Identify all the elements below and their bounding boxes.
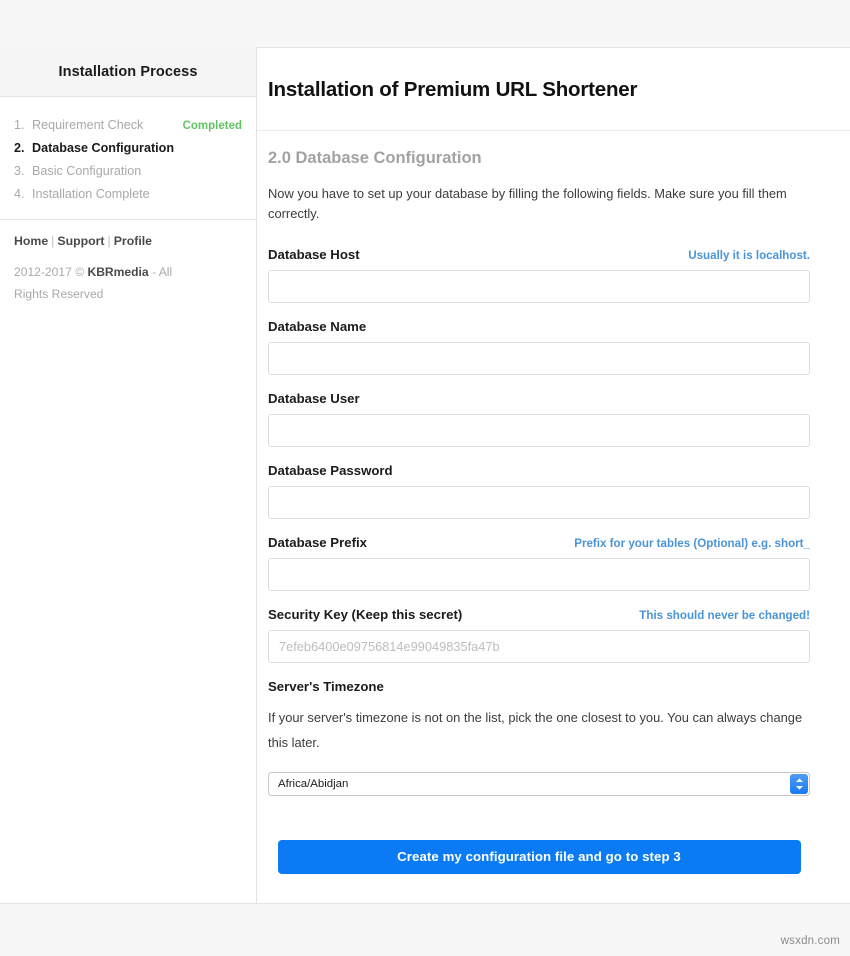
label-database-name: Database Name [268,319,367,335]
sidebar-step-database-configuration[interactable]: 2. Database Configuration [0,136,256,159]
hint-database-prefix: Prefix for your tables (Optional) e.g. s… [574,537,810,551]
section-title: 2.0 Database Configuration [268,149,482,168]
timezone-select[interactable]: Africa/Abidjan [268,771,810,796]
submit-row: Create my configuration file and go to s… [268,826,810,874]
field-security-key: Security Key (Keep this secret) This sho… [268,607,810,664]
field-head: Server's Timezone [268,679,810,694]
step-label: Installation Complete [32,186,150,201]
database-prefix-input[interactable] [268,558,810,592]
sidebar-step-requirement-check[interactable]: 1. Requirement Check Completed [0,113,256,136]
timezone-note: If your server's timezone is not on the … [268,710,803,750]
main-body: 2.0 Database Configuration Now you have … [257,131,850,899]
database-user-input[interactable] [268,414,810,448]
footer-link-support[interactable]: Support [57,234,104,248]
page-root: Installation Process 1. Requirement Chec… [0,0,850,956]
sidebar-step-installation-complete[interactable]: 4. Installation Complete [0,182,256,205]
copyright-brand: KBRmedia [87,264,149,279]
footer-links: Home | Support | Profile [14,234,242,250]
step-number: 2. [14,140,25,155]
sidebar-header-title: Installation Process [58,63,198,80]
timezone-selected-value: Africa/Abidjan [278,777,349,790]
step-status-badge: Completed [182,119,242,132]
timezone-select-wrap[interactable]: Africa/Abidjan [268,771,810,796]
footer-link-home[interactable]: Home [14,234,48,248]
create-configuration-button[interactable]: Create my configuration file and go to s… [277,839,801,874]
main-header: Installation of Premium URL Shortener [257,48,850,132]
step-label: Database Configuration [32,140,175,155]
label-security-key: Security Key (Keep this secret) [268,607,463,623]
field-head: Security Key (Keep this secret) This sho… [268,607,810,622]
field-database-name: Database Name [268,319,810,376]
page-title: Installation of Premium URL Shortener [268,77,638,101]
footer-link-separator: | [51,234,55,248]
chevron-updown-icon[interactable] [790,773,808,794]
field-head: Database Name [268,319,810,334]
database-host-input[interactable] [268,270,810,304]
sidebar-header: Installation Process [0,47,256,97]
step-number: 4. [14,186,25,201]
label-database-password: Database Password [268,463,393,479]
database-name-input[interactable] [268,342,810,376]
label-database-user: Database User [268,391,360,407]
database-configuration-form: Database Host Usually it is localhost. D… [268,247,810,874]
label-database-host: Database Host [268,247,360,263]
field-head: Database Prefix Prefix for your tables (… [268,535,810,550]
intro-text: Now you have to set up your database by … [268,186,787,221]
label-database-prefix: Database Prefix [268,535,367,551]
hint-security-key: This should never be changed! [639,609,810,623]
sidebar-footer: Home | Support | Profile 2012-2017 © KBRmedi… [0,220,256,305]
copyright-notice: 2012-2017 © KBRmedia - All Rights Reserv… [14,262,204,305]
copyright-prefix: 2012-2017 © [14,264,88,279]
field-server-timezone: Server's Timezone If your server's timez… [268,679,810,796]
field-database-host: Database Host Usually it is localhost. [268,247,810,304]
field-head: Database Password [268,463,810,478]
step-number: 3. [14,163,25,178]
field-database-user: Database User [268,391,810,448]
step-label: Basic Configuration [32,163,142,178]
hint-database-host: Usually it is localhost. [688,249,810,263]
sidebar: Installation Process 1. Requirement Chec… [0,47,257,904]
step-number: 1. [14,117,25,132]
installation-steps-list: 1. Requirement Check Completed 2. Databa… [0,97,256,220]
security-key-input[interactable] [268,630,810,664]
database-password-input[interactable] [268,486,810,520]
step-label: Requirement Check [32,117,144,132]
field-database-prefix: Database Prefix Prefix for your tables (… [268,535,810,592]
footer-link-profile[interactable]: Profile [114,234,152,248]
installer-shell: Installation Process 1. Requirement Chec… [0,47,850,904]
sidebar-step-basic-configuration[interactable]: 3. Basic Configuration [0,159,256,182]
footer-link-separator: | [107,234,111,248]
field-head: Database Host Usually it is localhost. [268,247,810,262]
label-server-timezone: Server's Timezone [268,679,384,695]
field-database-password: Database Password [268,463,810,520]
field-head: Database User [268,391,810,406]
watermark: wsxdn.com [780,935,840,947]
main-panel: Installation of Premium URL Shortener 2.… [257,47,850,904]
